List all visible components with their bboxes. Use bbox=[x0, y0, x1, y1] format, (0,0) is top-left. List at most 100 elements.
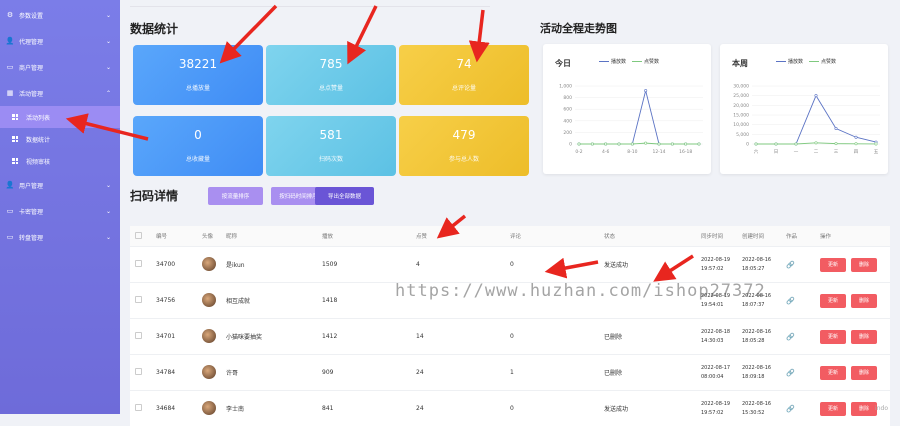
delete-button[interactable]: 删除 bbox=[851, 293, 877, 308]
delete-button[interactable]: 删除 bbox=[851, 329, 877, 344]
data-point bbox=[834, 142, 838, 146]
cell-actions: 更新 删除 bbox=[820, 293, 890, 308]
x-tick-label: 三 bbox=[834, 149, 839, 155]
avatar bbox=[202, 256, 216, 271]
sidebar-item-label: 参数设置 bbox=[19, 12, 44, 20]
sidebar-item-agents[interactable]: 👤 代理管理 ⌄ bbox=[0, 28, 120, 54]
main-content: 数据统计 38221 总播放量 785 总点赞量 74 总评论量 0 总收藏量 … bbox=[120, 0, 900, 426]
cell-sync-time: 2022-08-19 19:57:02 bbox=[701, 256, 731, 272]
link-icon[interactable]: 🔗 bbox=[786, 297, 795, 305]
data-point bbox=[814, 94, 818, 98]
y-tick-label: 800 bbox=[563, 95, 572, 101]
corner-watermark: indo bbox=[875, 405, 888, 412]
sidebar-item-cards[interactable]: ▭ 卡密管理 ⌄ bbox=[0, 198, 120, 224]
table-row: 34701 小猫咪要抽奖 1412 14 0 已删除 2022-08-18 14:30:03… bbox=[130, 318, 890, 354]
chart-week: 本周 播放数 点赞数 30,000 25,000 20,000 15,000 10,00… bbox=[720, 44, 888, 174]
link-icon[interactable]: 🔗 bbox=[786, 333, 795, 341]
y-tick-label: 20,000 bbox=[733, 103, 749, 109]
update-button[interactable]: 更新 bbox=[820, 329, 846, 344]
data-point bbox=[657, 142, 661, 146]
sidebar-item-wheel[interactable]: ▭ 转盘管理 ⌄ bbox=[0, 224, 120, 250]
watermark-text: https://www.huzhan.com/ishop27372 bbox=[395, 281, 766, 301]
sidebar-item-label: 代理管理 bbox=[19, 38, 44, 46]
cell-id: 34700 bbox=[156, 261, 176, 268]
row-checkbox-cell bbox=[130, 368, 156, 377]
scan-table: 编号 头像 昵称 播放 点赞 评论 状态 同步时间 创建时间 作品 操作 347… bbox=[130, 226, 890, 426]
row-checkbox[interactable] bbox=[135, 332, 142, 339]
sidebar-item-settings[interactable]: ⚙ 参数设置 ⌄ bbox=[0, 2, 120, 28]
export-all-button[interactable]: 导出全部数据 bbox=[315, 187, 374, 205]
data-point bbox=[697, 142, 701, 146]
cell-nickname: 许哥 bbox=[226, 370, 239, 377]
cell-nickname: 小猫咪要抽奖 bbox=[226, 334, 263, 341]
cell-actions: 更新 删除 bbox=[820, 329, 890, 344]
link-icon[interactable]: 🔗 bbox=[786, 405, 795, 413]
sidebar-item-users[interactable]: 👤 用户管理 ⌄ bbox=[0, 172, 120, 198]
cell-comments: 0 bbox=[510, 261, 514, 268]
column-header: 点赞 bbox=[416, 234, 428, 240]
sidebar-sub-video-review[interactable]: 视频审核 bbox=[0, 150, 120, 172]
cell-work: 🔗 bbox=[786, 333, 820, 341]
data-point bbox=[814, 141, 818, 145]
sort-by-traffic-button[interactable]: 按流量排序 bbox=[208, 187, 263, 205]
delete-button[interactable]: 删除 bbox=[851, 257, 877, 272]
row-checkbox[interactable] bbox=[135, 296, 142, 303]
column-header: 操作 bbox=[820, 234, 832, 240]
avatar bbox=[202, 328, 216, 343]
column-header: 编号 bbox=[156, 234, 168, 240]
row-checkbox[interactable] bbox=[135, 260, 142, 267]
stat-label: 参与总人数 bbox=[448, 156, 479, 163]
sidebar-sub-label: 活动列表 bbox=[26, 114, 51, 122]
cell-status: 已删除 bbox=[604, 334, 623, 341]
y-tick-label: 400 bbox=[563, 118, 572, 124]
row-checkbox-cell bbox=[130, 260, 156, 269]
select-all-checkbox[interactable] bbox=[135, 231, 142, 239]
link-icon[interactable]: 🔗 bbox=[786, 261, 795, 269]
link-icon[interactable]: 🔗 bbox=[786, 369, 795, 377]
cell-avatar bbox=[202, 328, 226, 345]
data-point bbox=[854, 135, 858, 139]
chevron-down-icon: ⌄ bbox=[105, 233, 111, 241]
stat-card-favorites: 0 总收藏量 bbox=[133, 116, 263, 176]
data-point bbox=[644, 141, 648, 145]
x-tick-label: 四 bbox=[854, 149, 859, 155]
delete-button[interactable]: 删除 bbox=[851, 401, 877, 416]
cell-avatar bbox=[202, 400, 226, 417]
data-point bbox=[854, 142, 858, 146]
sidebar-item-activities[interactable]: ▦ 活动管理 ⌃ bbox=[0, 80, 120, 106]
line-chart-svg: 30,000 25,000 20,000 15,000 10,000 5,000 0六 日 一 二… bbox=[733, 84, 880, 155]
y-tick-label: 600 bbox=[563, 107, 572, 113]
update-button[interactable]: 更新 bbox=[820, 293, 846, 308]
sidebar-sub-label: 数据统计 bbox=[26, 136, 51, 144]
sidebar-sub-stats[interactable]: 数据统计 bbox=[0, 128, 120, 150]
trend-title: 活动全程走势图 bbox=[540, 22, 617, 35]
card-icon: ▭ bbox=[6, 207, 14, 215]
data-point bbox=[774, 142, 778, 146]
update-button[interactable]: 更新 bbox=[820, 257, 846, 272]
row-checkbox[interactable] bbox=[135, 368, 142, 375]
stat-value: 38221 bbox=[178, 57, 218, 71]
shop-icon: ▭ bbox=[6, 63, 14, 71]
user-icon: 👤 bbox=[5, 181, 15, 189]
cell-comments: 0 bbox=[510, 405, 514, 412]
cell-likes: 24 bbox=[416, 369, 424, 376]
data-point bbox=[630, 142, 634, 146]
update-button[interactable]: 更新 bbox=[820, 401, 846, 416]
update-button[interactable]: 更新 bbox=[820, 365, 846, 380]
cell-comments: 0 bbox=[510, 333, 514, 340]
grid-icon bbox=[12, 136, 18, 142]
y-tick-label: 10,000 bbox=[733, 122, 749, 128]
cell-status: 发送成功 bbox=[604, 262, 629, 269]
divider bbox=[130, 0, 490, 7]
y-tick-label: 200 bbox=[563, 130, 572, 136]
sidebar-sub-activity-list[interactable]: 活动列表 bbox=[0, 106, 120, 128]
delete-button[interactable]: 删除 bbox=[851, 365, 877, 380]
sidebar-item-merchants[interactable]: ▭ 商户管理 ⌄ bbox=[0, 54, 120, 80]
cell-plays: 841 bbox=[322, 405, 334, 412]
cell-avatar bbox=[202, 364, 226, 381]
sidebar-item-label: 转盘管理 bbox=[19, 234, 44, 242]
stat-card-scans: 581 扫码次数 bbox=[266, 116, 396, 176]
x-tick-label: 六 bbox=[754, 148, 759, 155]
column-header: 作品 bbox=[786, 234, 798, 240]
row-checkbox[interactable] bbox=[135, 404, 142, 411]
